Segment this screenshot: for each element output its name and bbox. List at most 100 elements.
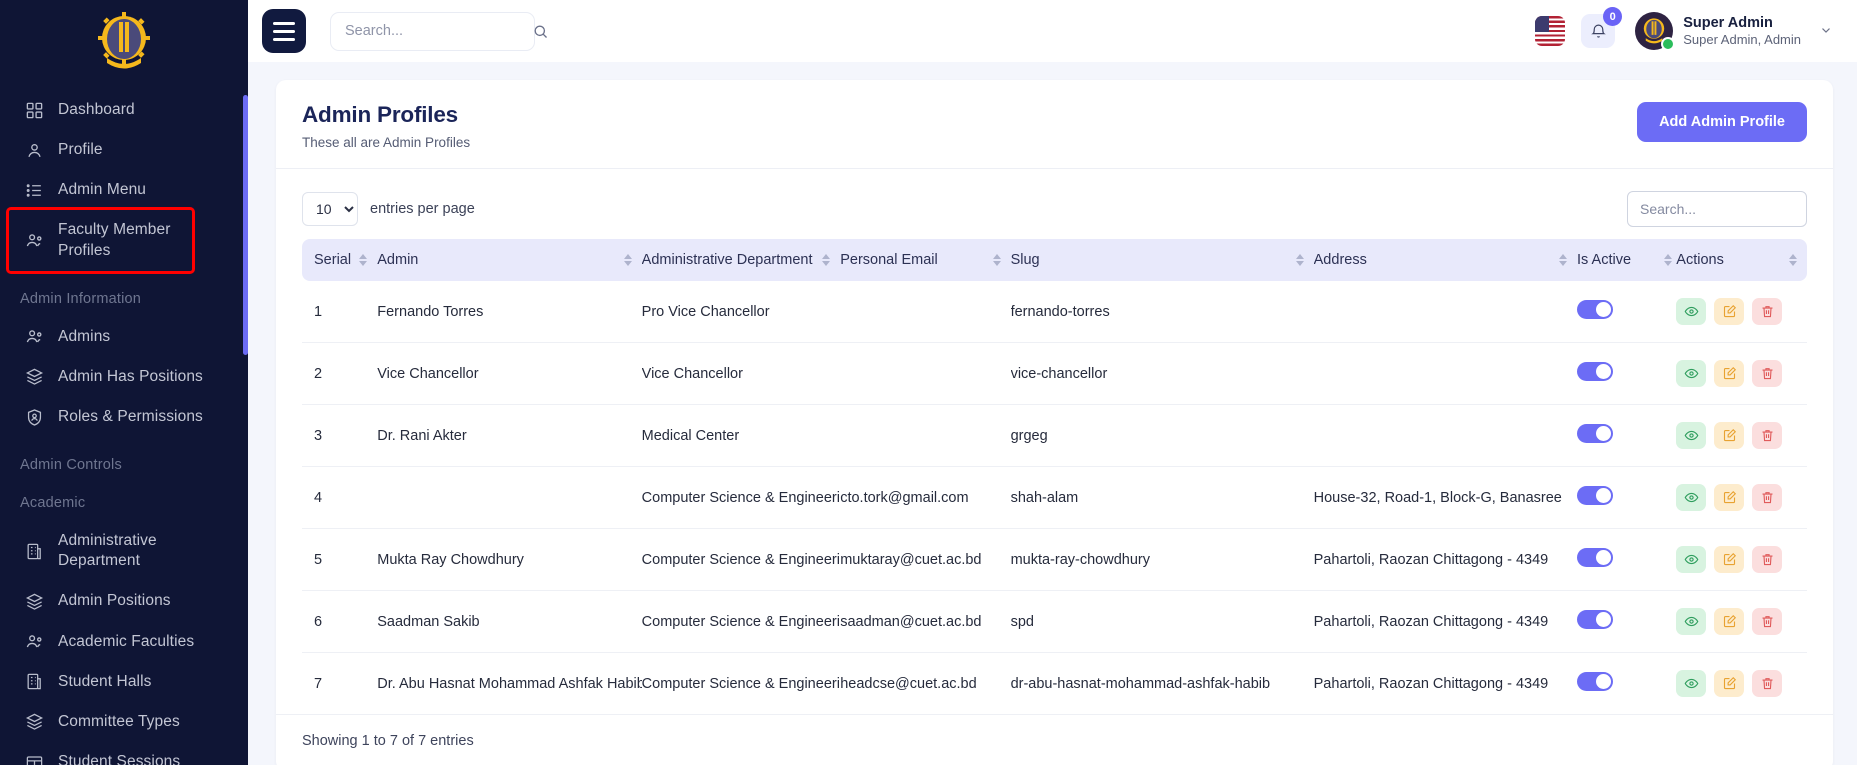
search-input[interactable] — [345, 23, 532, 39]
search-icon[interactable] — [532, 23, 549, 40]
view-icon[interactable] — [1676, 422, 1707, 449]
entries-per-page-select[interactable]: 10 25 50 100 — [302, 192, 358, 226]
column-header-slug[interactable]: Slug — [1010, 239, 1314, 281]
cell-admin: Dr. Abu Hasnat Mohammad Ashfak Habib — [377, 652, 642, 715]
sidebar-item-student-halls[interactable]: Student Halls — [0, 662, 248, 702]
edit-icon[interactable] — [1714, 608, 1745, 635]
sidebar-item-admins[interactable]: Admins — [0, 317, 248, 357]
hamburger-icon[interactable] — [262, 9, 306, 53]
entries-per-page-control: 10 25 50 100 entries per page — [302, 192, 475, 226]
cell-serial: 3 — [302, 404, 378, 467]
delete-icon[interactable] — [1752, 670, 1783, 697]
cell-department: Computer Science & Engineering — [641, 590, 841, 653]
sidebar-item-faculty-member-profiles[interactable]: Faculty Member Profiles — [6, 207, 195, 274]
add-admin-profile-button[interactable]: Add Admin Profile — [1637, 102, 1807, 142]
is-active-toggle[interactable] — [1577, 362, 1614, 381]
list-icon — [24, 180, 44, 200]
sidebar-item-label: Committee Types — [58, 712, 180, 730]
cell-email — [840, 342, 1011, 405]
edit-icon[interactable] — [1714, 546, 1745, 573]
column-label: Admin — [377, 252, 419, 268]
edit-icon[interactable] — [1714, 422, 1745, 449]
column-label: Personal Email — [840, 252, 938, 268]
svg-text:CUET: CUET — [116, 53, 133, 59]
sidebar-item-student-sessions[interactable]: Student Sessions — [0, 742, 248, 765]
sidebar-scrollbar[interactable] — [243, 0, 248, 765]
sidebar-item-academic-faculties[interactable]: Academic Faculties — [0, 622, 248, 662]
column-header-admin[interactable]: Admin — [377, 239, 642, 281]
is-active-toggle[interactable] — [1577, 610, 1614, 629]
delete-icon[interactable] — [1752, 360, 1783, 387]
card-header-text: Admin Profiles These all are Admin Profi… — [302, 102, 470, 150]
edit-icon[interactable] — [1714, 670, 1745, 697]
view-icon[interactable] — [1676, 608, 1707, 635]
view-icon[interactable] — [1676, 670, 1707, 697]
column-header-is-active[interactable]: Is Active — [1577, 239, 1677, 281]
cell-department: Computer Science & Engineering — [641, 528, 841, 591]
is-active-toggle[interactable] — [1577, 548, 1614, 567]
global-search[interactable] — [330, 11, 547, 51]
sort-icon[interactable] — [1559, 254, 1568, 266]
page-subtitle: These all are Admin Profiles — [302, 135, 471, 150]
delete-icon[interactable] — [1752, 608, 1783, 635]
row-actions — [1676, 360, 1807, 387]
avatar[interactable] — [1635, 12, 1676, 51]
column-label: Serial — [314, 252, 352, 268]
profile-name: Super Admin — [1683, 14, 1773, 31]
sidebar-logo[interactable]: CUET — [0, 0, 248, 82]
column-header-administrative-department[interactable]: Administrative Department — [641, 239, 841, 281]
edit-icon[interactable] — [1714, 298, 1745, 325]
table-search-input[interactable] — [1627, 191, 1807, 227]
view-icon[interactable] — [1676, 360, 1707, 387]
cell-admin: Fernando Torres — [377, 281, 642, 343]
sort-icon[interactable] — [822, 254, 831, 266]
is-active-toggle[interactable] — [1577, 486, 1614, 505]
sort-icon[interactable] — [359, 254, 368, 266]
chevron-down-icon[interactable] — [1819, 23, 1833, 40]
sidebar-scrollbar-thumb[interactable] — [243, 95, 248, 355]
sidebar-item-admin-positions[interactable]: Admin Positions — [0, 581, 248, 621]
view-icon[interactable] — [1676, 546, 1707, 573]
us-flag-icon[interactable] — [1535, 16, 1566, 46]
sidebar-item-administrative-department[interactable]: Administrative Department — [0, 521, 248, 581]
cell-is-active — [1577, 590, 1677, 653]
cell-department: Pro Vice Chancellor — [641, 281, 841, 343]
sidebar-item-label: Academic Faculties — [58, 632, 195, 650]
sidebar-item-committee-types[interactable]: Committee Types — [0, 702, 248, 742]
sort-icon[interactable] — [623, 254, 632, 266]
sidebar-item-profile[interactable]: Profile — [0, 130, 248, 170]
table-footer-info: Showing 1 to 7 of 7 entries — [276, 714, 1833, 765]
delete-icon[interactable] — [1752, 546, 1783, 573]
cell-address: Pahartoli, Raozan Chittagong - 4349 — [1313, 590, 1578, 653]
delete-icon[interactable] — [1752, 298, 1783, 325]
view-icon[interactable] — [1676, 298, 1707, 325]
sidebar-item-roles-permissions[interactable]: Roles & Permissions — [0, 397, 248, 437]
is-active-toggle[interactable] — [1577, 424, 1614, 443]
delete-icon[interactable] — [1752, 422, 1783, 449]
cell-slug: spd — [1010, 590, 1314, 653]
sidebar-item-admin-has-positions[interactable]: Admin Has Positions — [0, 357, 248, 397]
sort-icon[interactable] — [1789, 254, 1797, 266]
cell-is-active — [1577, 342, 1677, 405]
edit-icon[interactable] — [1714, 484, 1745, 511]
sort-icon[interactable] — [1664, 254, 1673, 266]
column-header-actions[interactable]: Actions — [1676, 239, 1807, 281]
profile-menu[interactable]: Super Admin Super Admin, Admin — [1635, 12, 1833, 51]
is-active-toggle[interactable] — [1577, 672, 1614, 691]
sidebar-item-admin-menu[interactable]: Admin Menu — [0, 170, 248, 210]
sidebar-item-label: Admin Positions — [58, 592, 171, 610]
sort-icon[interactable] — [992, 254, 1001, 266]
sidebar-item-dashboard[interactable]: Dashboard — [0, 90, 248, 130]
edit-icon[interactable] — [1714, 360, 1745, 387]
sort-icon[interactable] — [1295, 254, 1304, 266]
column-header-address[interactable]: Address — [1313, 239, 1578, 281]
delete-icon[interactable] — [1752, 484, 1783, 511]
toggle-knob — [1596, 302, 1612, 317]
view-icon[interactable] — [1676, 484, 1707, 511]
notifications-button[interactable]: 0 — [1581, 7, 1623, 48]
column-header-serial[interactable]: Serial — [302, 239, 378, 281]
column-header-personal-email[interactable]: Personal Email — [840, 239, 1011, 281]
calendar-icon — [24, 752, 44, 765]
profile-text: Super Admin Super Admin, Admin — [1683, 14, 1801, 48]
is-active-toggle[interactable] — [1577, 300, 1614, 319]
